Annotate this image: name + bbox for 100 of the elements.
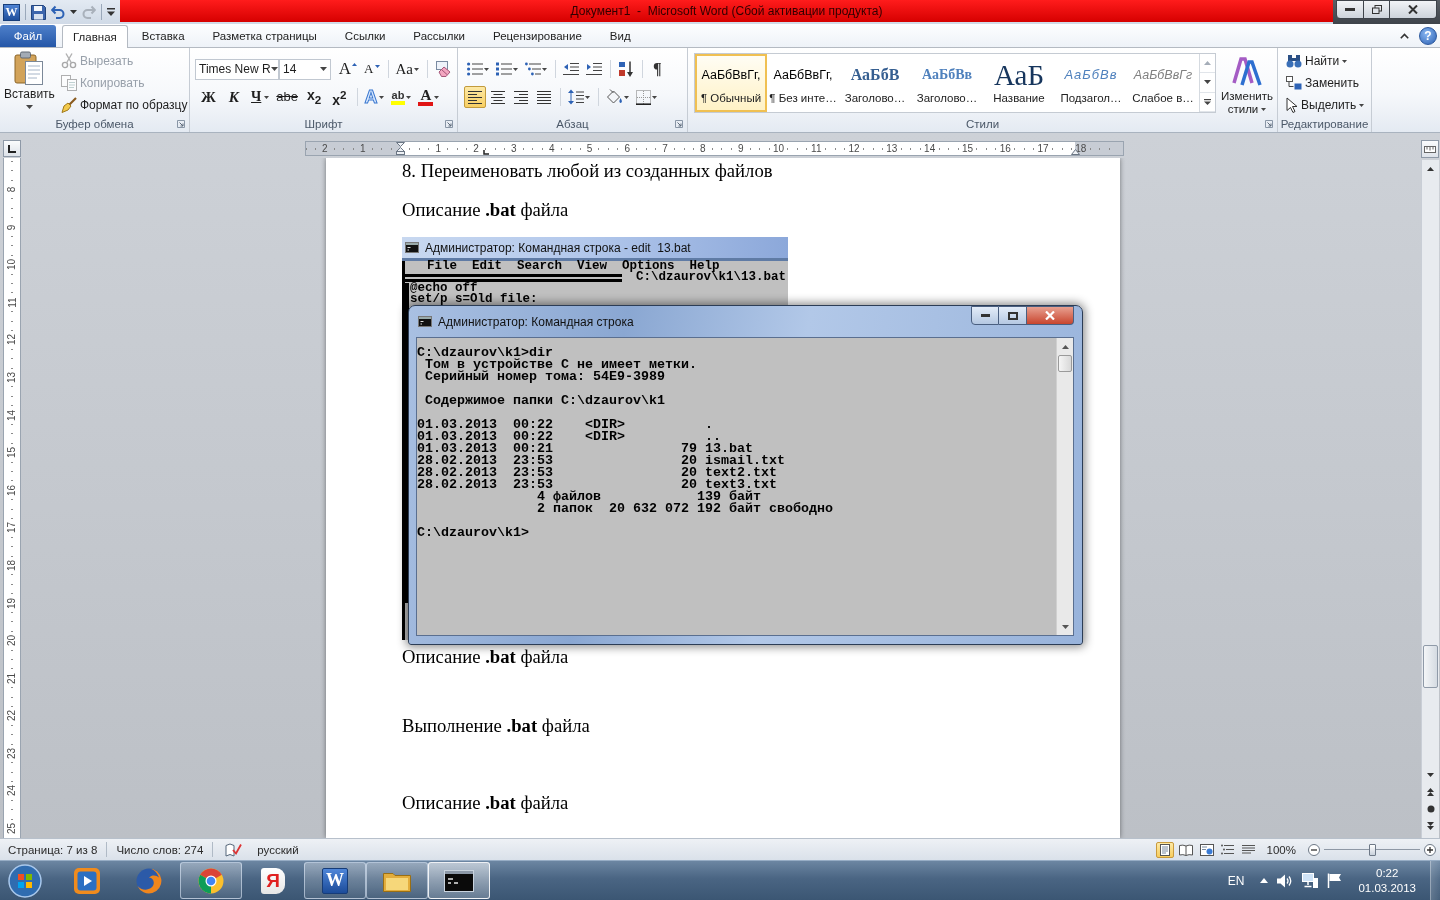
align-left-button[interactable] bbox=[464, 86, 486, 108]
taskbar-button[interactable]: Я bbox=[242, 862, 304, 899]
reading-view-button[interactable] bbox=[1176, 841, 1195, 858]
clock-time[interactable]: 0:22 bbox=[1376, 865, 1399, 881]
style-item[interactable]: АаБбВвГг Слабое в… bbox=[1127, 54, 1199, 112]
ribbon-tab[interactable]: Главная bbox=[62, 25, 128, 48]
vertical-scrollbar[interactable] bbox=[1056, 338, 1073, 635]
ribbon-tab[interactable]: Рассылки bbox=[399, 25, 479, 47]
superscript-button[interactable]: x$^{2}$ bbox=[327, 86, 352, 108]
bullet-list-icon bbox=[467, 62, 483, 76]
style-item[interactable]: АаБ Название bbox=[983, 54, 1055, 112]
font-size-field[interactable]: 14 bbox=[279, 58, 331, 80]
scroll-up-icon[interactable] bbox=[1427, 166, 1434, 171]
underline-button[interactable]: Ч bbox=[246, 86, 273, 108]
zoom-out-icon[interactable] bbox=[1308, 843, 1320, 856]
customize-icon[interactable] bbox=[107, 8, 115, 16]
letter-tile[interactable]: W bbox=[3, 3, 20, 21]
find-button[interactable]: Найти bbox=[1284, 50, 1371, 72]
scroll-down-icon[interactable] bbox=[1427, 772, 1434, 777]
minimize-button[interactable] bbox=[1336, 0, 1364, 19]
close-button[interactable] bbox=[1027, 306, 1074, 325]
console-line: Содержимое папки C:\dzaurov\k1 bbox=[425, 395, 665, 407]
style-item[interactable]: АаБбВвГг, ¶ Без инте… bbox=[767, 54, 839, 112]
style-item[interactable]: АаБбВвГг, ¶ Обычный bbox=[695, 54, 767, 112]
ruler-toggle-button[interactable] bbox=[1421, 140, 1439, 158]
font-color-button[interactable]: A bbox=[415, 86, 443, 108]
restore-button[interactable] bbox=[1364, 0, 1390, 19]
paste-button[interactable]: Вставить bbox=[4, 50, 55, 114]
console-line: 28.02.2013 23:53 20 text2.txt bbox=[417, 467, 777, 479]
dialog-launcher-icon[interactable] bbox=[445, 120, 453, 128]
change-styles-button[interactable]: Изменить стили bbox=[1218, 54, 1276, 118]
subscript-button[interactable]: x$_{2}$ bbox=[302, 86, 327, 108]
dot-icon[interactable] bbox=[1426, 804, 1435, 813]
caret-up-icon[interactable] bbox=[1400, 32, 1409, 39]
ribbon-tab[interactable]: Ссылки bbox=[330, 25, 400, 47]
ruler-number: 20 bbox=[6, 635, 18, 647]
ruler-number: 19 bbox=[6, 597, 18, 609]
italic-button[interactable]: К bbox=[222, 86, 246, 108]
clock-date[interactable]: 01.03.2013 bbox=[1358, 880, 1416, 896]
slider-thumb[interactable] bbox=[1368, 843, 1376, 856]
undo-icon[interactable] bbox=[51, 5, 65, 19]
zoom-in-icon[interactable] bbox=[1424, 843, 1436, 856]
file-tab[interactable]: Файл bbox=[0, 25, 56, 47]
style-item[interactable]: АаБбВв Подзагол… bbox=[1055, 54, 1127, 112]
scroll-up-icon[interactable] bbox=[1061, 344, 1069, 349]
language-indicator[interactable]: русский bbox=[248, 843, 308, 856]
show-marks-button[interactable]: ¶ bbox=[647, 58, 668, 80]
indent-marker-icon[interactable] bbox=[395, 142, 405, 155]
vertical-scrollbar[interactable] bbox=[1421, 160, 1439, 838]
double-caret-down-icon[interactable] bbox=[1427, 821, 1434, 830]
change-case-button[interactable]: Aa bbox=[392, 58, 422, 80]
web-layout-button[interactable] bbox=[1197, 841, 1216, 858]
save-icon[interactable] bbox=[31, 4, 46, 20]
book-check-icon[interactable] bbox=[225, 842, 243, 857]
font-name-field[interactable]: Times New R bbox=[195, 58, 279, 80]
style-item[interactable]: АаБбВв Заголово… bbox=[911, 54, 983, 112]
replace-button[interactable]: Заменить bbox=[1284, 72, 1371, 94]
monitor-icon[interactable] bbox=[1302, 873, 1319, 888]
minimize-button[interactable] bbox=[971, 306, 999, 325]
strikethrough-button[interactable]: abe bbox=[273, 86, 301, 108]
double-caret-up-icon[interactable] bbox=[1427, 787, 1434, 796]
scroll-thumb[interactable] bbox=[1423, 645, 1438, 688]
document-text: Выполнение .bat файла bbox=[402, 715, 590, 736]
caret-down-icon[interactable] bbox=[1204, 80, 1211, 85]
show-desktop-button[interactable] bbox=[1430, 861, 1440, 900]
tab-stop-icon[interactable] bbox=[483, 150, 489, 155]
dialog-launcher-icon[interactable] bbox=[177, 120, 185, 128]
caret-down-icon bbox=[1261, 108, 1267, 112]
bold-button[interactable]: Ж bbox=[195, 86, 222, 108]
zoom-level[interactable]: 100% bbox=[1266, 843, 1296, 856]
language-indicator[interactable]: EN bbox=[1227, 873, 1245, 888]
numbered-list-icon bbox=[496, 62, 512, 76]
shrink-font-button[interactable]: A bbox=[361, 58, 383, 80]
speaker-icon[interactable] bbox=[1277, 873, 1294, 888]
highlight-button[interactable]: ab bbox=[387, 86, 415, 108]
caret-up-icon[interactable] bbox=[1260, 878, 1269, 883]
ruler-number: 9 bbox=[737, 143, 744, 154]
taskbar-button[interactable]: W bbox=[304, 862, 366, 899]
more-icon[interactable] bbox=[1204, 98, 1211, 105]
tab-selector-button[interactable] bbox=[3, 140, 21, 157]
page-count[interactable]: Страница: 7 из 8 bbox=[0, 843, 107, 856]
close-button[interactable] bbox=[1390, 0, 1437, 19]
select-button[interactable]: Выделить bbox=[1284, 94, 1371, 116]
print-layout-button[interactable] bbox=[1155, 841, 1174, 858]
word-count[interactable]: Число слов: 274 bbox=[107, 843, 213, 856]
grow-font-button[interactable]: A bbox=[335, 58, 361, 80]
maximize-button[interactable] bbox=[999, 306, 1027, 325]
flag-icon[interactable] bbox=[1327, 873, 1342, 888]
scroll-down-icon[interactable] bbox=[1061, 624, 1069, 629]
ribbon-tab[interactable]: Разметка страницы bbox=[198, 25, 331, 47]
format-painter-button[interactable]: Формат по образцу bbox=[58, 94, 190, 116]
ribbon-tab[interactable]: Вставка bbox=[127, 25, 199, 47]
ruler-number: 3 bbox=[511, 143, 517, 154]
dialog-launcher-icon[interactable] bbox=[675, 120, 683, 128]
dialog-launcher-icon[interactable] bbox=[1265, 120, 1273, 128]
scroll-thumb[interactable] bbox=[1058, 355, 1072, 372]
style-item[interactable]: АаБбВ Заголово… bbox=[839, 54, 911, 112]
caret-down-icon[interactable] bbox=[70, 10, 77, 14]
ribbon-tab[interactable]: Вид bbox=[595, 25, 645, 47]
ribbon-tab[interactable]: Рецензирование bbox=[479, 25, 596, 47]
